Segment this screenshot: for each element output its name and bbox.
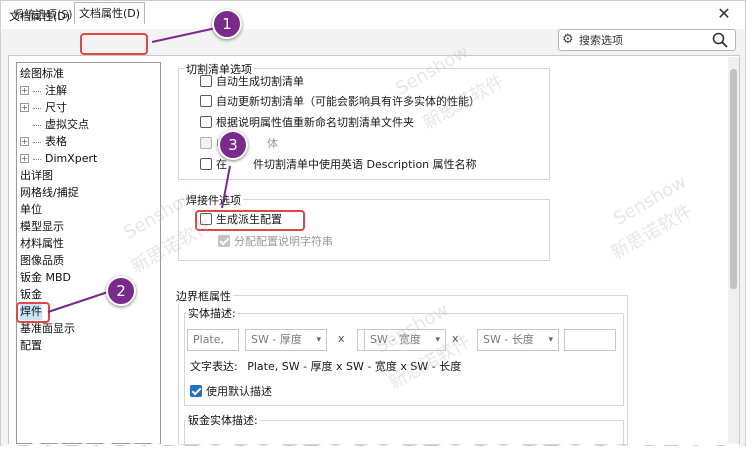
tree-item-sheet-metal-mbd[interactable]: 钣金 MBD — [20, 269, 71, 286]
tree-item-tables[interactable]: + 表格 — [20, 133, 67, 150]
callout-badge-1: 1 — [212, 9, 242, 39]
expression-value: Plate, SW - 厚度 x SW - 宽度 x SW - 长度 — [247, 360, 462, 373]
chevron-down-icon: ▾ — [435, 335, 440, 345]
checkbox[interactable] — [200, 75, 212, 87]
tree-item-detailing[interactable]: 出详图 — [20, 167, 53, 184]
suffix-field[interactable] — [564, 329, 616, 351]
option-auto-create-cutlist[interactable]: 自动生成切割清单 — [200, 74, 304, 90]
tree-item-dimensions[interactable]: + 尺寸 — [20, 99, 67, 116]
callout-badge-2: 2 — [106, 276, 136, 306]
tree-item-material-properties[interactable]: 材料属性 — [20, 235, 64, 252]
category-tree[interactable]: 绘图标准 + 注解 + 尺寸 虚拟交点 + 表格 + DimXpert 出详图 网格线/… — [16, 62, 161, 444]
highlight-frame-generate-derived — [195, 210, 305, 231]
callout-badge-3: 3 — [218, 130, 248, 160]
length-dropdown[interactable]: SW - 长度 ▾ — [477, 329, 559, 351]
chevron-down-icon: ▾ — [316, 335, 321, 345]
tree-item-units[interactable]: 单位 — [20, 201, 42, 218]
tree-item-annotations[interactable]: + 注解 — [20, 82, 67, 99]
tab-document-properties[interactable]: 文档属性(D) — [74, 2, 146, 24]
tree-item-sheet-metal[interactable]: 钣金 — [20, 286, 42, 303]
tree-item-model-display[interactable]: 模型显示 — [20, 218, 64, 235]
chevron-down-icon: ▾ — [548, 335, 553, 345]
option-use-default-description[interactable]: 使用默认描述 — [190, 384, 272, 400]
expression-label: 文字表达: — [190, 360, 238, 373]
option-english-description[interactable]: 在件切割清单中使用英语 Description 属性名称 — [200, 157, 477, 173]
option-assign-config-description[interactable]: 分配配置说明字符串 — [218, 234, 333, 250]
bounding-box-title: 边界框属性 — [174, 288, 233, 304]
times-sign: x — [338, 332, 345, 345]
tree-item-image-quality[interactable]: 图像品质 — [20, 252, 64, 269]
tree-item-virtual-sharps[interactable]: 虚拟交点 — [33, 116, 89, 133]
tree-item-dimxpert[interactable]: + DimXpert — [20, 150, 97, 167]
tree-item-configurations[interactable]: 配置 — [20, 337, 42, 354]
option-rename-cutlist-folders[interactable]: 根据说明属性值重新命名切割清单文件夹 — [200, 115, 414, 131]
sheet-metal-description-title: 钣金实体描述: — [186, 412, 260, 428]
checkbox[interactable] — [218, 235, 230, 247]
tree-item-drafting-standard[interactable]: 绘图标准 — [20, 65, 64, 82]
search-icon[interactable] — [711, 31, 729, 49]
checkbox[interactable] — [200, 116, 212, 128]
gear-icon[interactable]: ⚙ — [562, 32, 574, 47]
weldment-options-title: 焊接件选项 — [184, 192, 243, 208]
torn-edge — [0, 442, 746, 454]
highlight-frame-doc-tab — [80, 33, 148, 55]
highlight-frame-weldments — [16, 302, 50, 323]
prefix-field[interactable]: Plate, — [187, 329, 239, 351]
thickness-dropdown[interactable]: SW - 厚度 ▾ — [245, 329, 327, 351]
tab-system-options[interactable]: 系统选项(S) — [9, 4, 77, 26]
vertical-scrollbar[interactable] — [728, 57, 739, 445]
tree-item-grid-snap[interactable]: 网格线/捕捉 — [20, 184, 79, 201]
close-icon[interactable]: ✕ — [713, 3, 735, 25]
width-dropdown[interactable]: SW - 宽度 ▾ — [364, 329, 446, 351]
search-input[interactable] — [579, 32, 709, 48]
checkbox[interactable] — [200, 137, 212, 149]
expand-icon[interactable]: + — [20, 85, 29, 95]
checkbox[interactable] — [200, 158, 212, 170]
solid-description-title: 实体描述: — [186, 305, 238, 321]
expression-row: 文字表达: Plate, SW - 厚度 x SW - 宽度 x SW - 长度 — [190, 359, 461, 375]
scroll-thumb[interactable] — [730, 69, 737, 289]
checkbox[interactable] — [190, 385, 202, 397]
checkbox[interactable] — [200, 95, 212, 107]
expand-icon[interactable]: + — [20, 102, 29, 112]
expand-icon[interactable]: + — [20, 153, 29, 163]
times-sign: x — [452, 332, 459, 345]
search-options-box[interactable]: ⚙ — [558, 29, 736, 51]
option-auto-update-cutlist[interactable]: 自动更新切割清单（可能会影响具有许多实体的性能） — [200, 94, 480, 110]
expand-icon[interactable]: + — [20, 136, 29, 146]
